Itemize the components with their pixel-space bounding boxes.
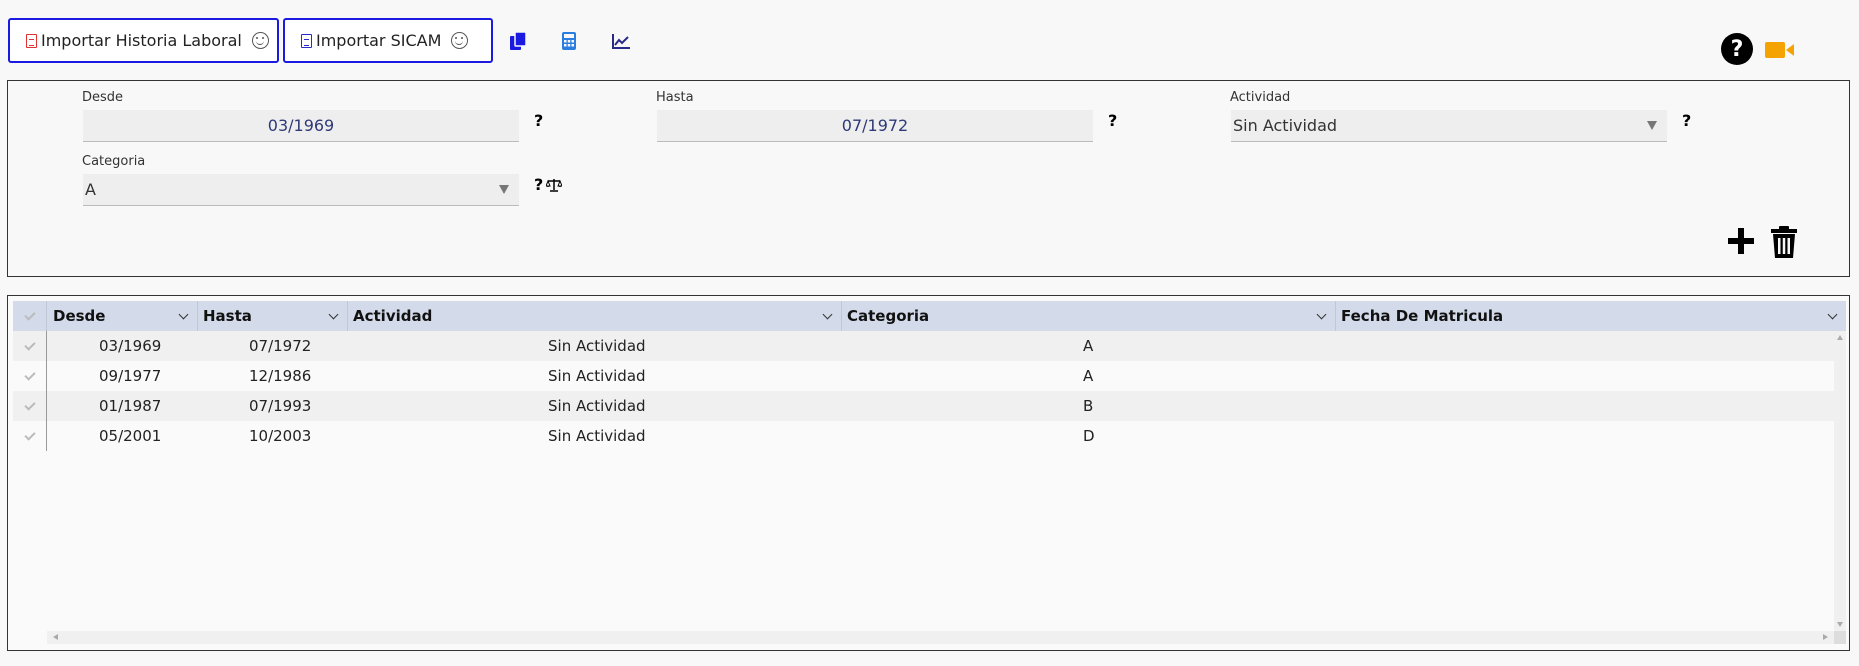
actividad-help-icon[interactable]: ? bbox=[1682, 111, 1691, 130]
import-sicam-button[interactable]: Importar SICAM bbox=[283, 18, 493, 63]
check-icon bbox=[23, 308, 36, 321]
column-header-label: Actividad bbox=[353, 307, 433, 325]
check-icon bbox=[23, 428, 36, 441]
smile-icon bbox=[251, 32, 269, 49]
check-icon bbox=[23, 368, 36, 381]
row-checkbox[interactable] bbox=[13, 331, 47, 361]
check-icon bbox=[23, 338, 36, 351]
import-sicam-label: Importar SICAM bbox=[316, 31, 442, 50]
delete-icon[interactable] bbox=[1769, 225, 1799, 259]
chevron-down-icon[interactable] bbox=[1827, 309, 1838, 320]
table-row[interactable]: 03/1969 07/1972 Sin Actividad A bbox=[13, 331, 1834, 361]
actividad-label: Actividad bbox=[1230, 90, 1291, 105]
categoria-value: A bbox=[85, 180, 96, 199]
cell-categoria: D bbox=[1083, 427, 1095, 445]
scroll-right-arrow-icon[interactable] bbox=[1823, 634, 1828, 640]
copy-icon[interactable] bbox=[507, 30, 529, 52]
column-header-label: Hasta bbox=[203, 307, 252, 325]
import-historia-laboral-button[interactable]: Importar Historia Laboral bbox=[8, 18, 279, 63]
table-row[interactable]: 01/1987 07/1993 Sin Actividad B bbox=[13, 391, 1834, 421]
cell-categoria: B bbox=[1083, 397, 1094, 415]
dropdown-arrow-icon bbox=[1647, 121, 1657, 130]
desde-help-icon[interactable]: ? bbox=[534, 111, 543, 130]
column-header-hasta[interactable]: Hasta bbox=[198, 301, 348, 331]
calculator-icon[interactable] bbox=[558, 30, 580, 52]
actividad-value: Sin Actividad bbox=[1233, 116, 1338, 135]
toolbar: Importar Historia Laboral Importar SICAM… bbox=[0, 0, 1859, 80]
check-icon bbox=[23, 398, 36, 411]
column-header-desde[interactable]: Desde bbox=[48, 301, 198, 331]
row-checkbox[interactable] bbox=[13, 421, 47, 451]
chart-icon[interactable] bbox=[610, 30, 632, 52]
video-icon[interactable] bbox=[1765, 41, 1795, 59]
table-row[interactable]: 05/2001 10/2003 Sin Actividad D bbox=[13, 421, 1834, 451]
table-row[interactable]: 09/1977 12/1986 Sin Actividad A bbox=[13, 361, 1834, 391]
desde-label: Desde bbox=[82, 90, 124, 105]
hasta-input[interactable]: 07/1972 bbox=[657, 110, 1093, 142]
scroll-down-arrow-icon[interactable] bbox=[1837, 622, 1843, 627]
dropdown-arrow-icon bbox=[499, 185, 509, 194]
help-icon[interactable]: ? bbox=[1721, 33, 1753, 65]
actividad-select[interactable]: Sin Actividad bbox=[1231, 110, 1667, 142]
cell-categoria: A bbox=[1083, 337, 1094, 355]
cell-actividad: Sin Actividad bbox=[548, 427, 646, 445]
add-icon[interactable] bbox=[1726, 226, 1756, 256]
chevron-down-icon[interactable] bbox=[178, 309, 189, 320]
chevron-down-icon[interactable] bbox=[822, 309, 833, 320]
row-checkbox[interactable] bbox=[13, 361, 47, 391]
categoria-select[interactable]: A bbox=[83, 174, 519, 206]
cell-hasta: 10/2003 bbox=[249, 427, 312, 445]
cell-desde: 03/1969 bbox=[99, 337, 162, 355]
scroll-left-arrow-icon[interactable] bbox=[53, 634, 58, 640]
periods-grid: Desde Hasta Actividad Categoria Fecha De… bbox=[7, 295, 1850, 651]
column-header-label: Categoria bbox=[847, 307, 930, 325]
categoria-help-icon[interactable]: ? bbox=[534, 175, 543, 194]
desde-input[interactable]: 03/1969 bbox=[83, 110, 519, 142]
pdf-file-icon bbox=[26, 33, 37, 48]
column-header-fecha-matricula[interactable]: Fecha De Matricula bbox=[1336, 301, 1846, 331]
horizontal-scrollbar[interactable] bbox=[47, 631, 1834, 644]
chevron-down-icon[interactable] bbox=[328, 309, 339, 320]
import-historia-laboral-label: Importar Historia Laboral bbox=[41, 31, 242, 50]
hasta-help-icon[interactable]: ? bbox=[1108, 111, 1117, 130]
cell-hasta: 07/1972 bbox=[249, 337, 312, 355]
hasta-label: Hasta bbox=[656, 90, 694, 105]
balance-scale-icon[interactable] bbox=[546, 178, 562, 192]
column-header-label: Fecha De Matricula bbox=[1341, 307, 1504, 325]
cell-hasta: 07/1993 bbox=[249, 397, 312, 415]
select-all-checkbox[interactable] bbox=[13, 301, 47, 331]
column-header-categoria[interactable]: Categoria bbox=[842, 301, 1336, 331]
vertical-scrollbar[interactable] bbox=[1834, 331, 1846, 631]
scrollbar-corner bbox=[1834, 631, 1846, 644]
categoria-label: Categoria bbox=[82, 154, 146, 169]
cell-desde: 05/2001 bbox=[99, 427, 162, 445]
scroll-up-arrow-icon[interactable] bbox=[1837, 335, 1843, 340]
cell-categoria: A bbox=[1083, 367, 1094, 385]
column-header-label: Desde bbox=[53, 307, 106, 325]
period-form-panel: Desde 03/1969 ? Hasta 07/1972 ? Activida… bbox=[7, 80, 1850, 277]
chevron-down-icon[interactable] bbox=[1316, 309, 1327, 320]
cell-actividad: Sin Actividad bbox=[548, 337, 646, 355]
cell-desde: 01/1987 bbox=[99, 397, 162, 415]
cell-hasta: 12/1986 bbox=[249, 367, 312, 385]
column-header-actividad[interactable]: Actividad bbox=[348, 301, 842, 331]
wink-icon bbox=[451, 32, 469, 49]
file-icon bbox=[301, 33, 312, 48]
grid-header: Desde Hasta Actividad Categoria Fecha De… bbox=[13, 301, 1846, 331]
cell-actividad: Sin Actividad bbox=[548, 397, 646, 415]
grid-body: 03/1969 07/1972 Sin Actividad A 09/1977 … bbox=[13, 331, 1834, 451]
cell-actividad: Sin Actividad bbox=[548, 367, 646, 385]
cell-desde: 09/1977 bbox=[99, 367, 162, 385]
row-checkbox[interactable] bbox=[13, 391, 47, 421]
